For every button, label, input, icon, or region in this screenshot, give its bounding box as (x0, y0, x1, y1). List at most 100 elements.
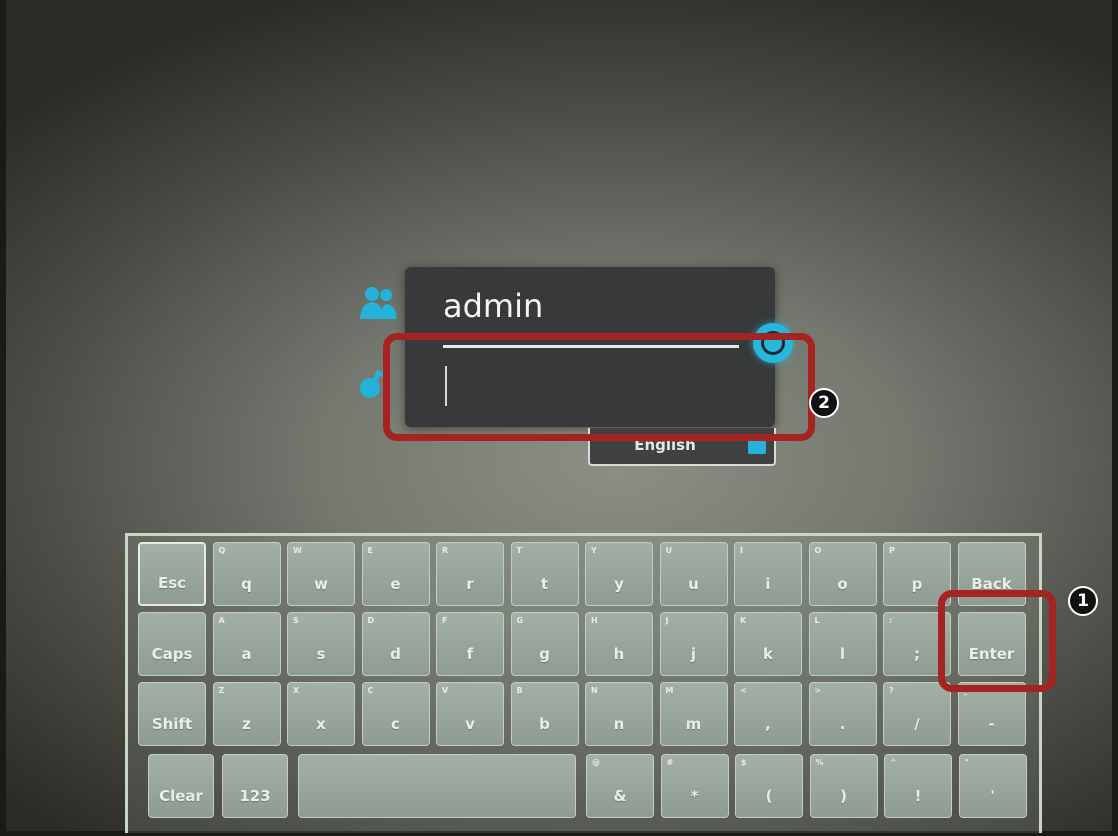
key-b[interactable]: Bb (510, 682, 579, 746)
key-shift-label: > (814, 686, 822, 695)
key-shift-label: J (665, 616, 669, 625)
key-shift-label: H (591, 616, 598, 625)
key-shift-label: N (591, 686, 598, 695)
key-shift-label: B (516, 686, 523, 695)
key-shift-label: K (740, 616, 747, 625)
key-label: e (390, 575, 401, 593)
annotation-box-enter (938, 590, 1056, 692)
key-n[interactable]: Nn (585, 682, 653, 746)
key-c[interactable]: Cc (361, 682, 430, 746)
key-ampersand[interactable]: @ & (586, 754, 654, 818)
key-v[interactable]: Vv (436, 682, 504, 746)
key-label: - (988, 715, 995, 733)
key-exclamation[interactable]: ^! (884, 754, 952, 818)
key-g[interactable]: Gg (510, 612, 579, 676)
key-label: / (914, 715, 920, 733)
key-label: c (391, 715, 400, 733)
key-label: j (690, 645, 697, 663)
key-y[interactable]: Yy (585, 542, 653, 606)
key-label: x (316, 715, 326, 733)
key-i[interactable]: Ii (734, 542, 802, 606)
key-s[interactable]: Ss (287, 612, 355, 676)
key-caps[interactable]: Caps (138, 612, 206, 676)
key-shift-label: C (367, 686, 374, 695)
key-shift-label: ^ (890, 758, 897, 767)
key-shift-label: M (665, 686, 674, 695)
key-label: , (765, 715, 771, 733)
key-label: ' (990, 787, 995, 805)
key-label: v (465, 715, 475, 733)
key-l[interactable]: Ll (808, 612, 877, 676)
key-shift-label: % (815, 758, 824, 767)
key-label: Caps (151, 645, 193, 663)
key-label: Clear (159, 787, 203, 805)
key-label: ) (840, 787, 847, 805)
key-shift-label: T (516, 546, 522, 555)
key-shift-label: # (666, 758, 674, 767)
key-h[interactable]: Hh (585, 612, 653, 676)
key-shift-label: X (293, 686, 300, 695)
key-label: f (466, 645, 474, 663)
key-slash[interactable]: ? / (883, 682, 951, 746)
key-u[interactable]: Uu (659, 542, 728, 606)
key-period[interactable]: >. (808, 682, 877, 746)
key-shift-label: V (442, 686, 449, 695)
username-value[interactable]: admin (443, 287, 543, 325)
key-z[interactable]: Zz (212, 682, 281, 746)
key-o[interactable]: Oo (808, 542, 877, 606)
key-asterisk[interactable]: # * (660, 754, 729, 818)
key-clear[interactable]: Clear (148, 754, 214, 818)
annotation-badge-1: 1 (1068, 586, 1098, 616)
key-t[interactable]: Tt (510, 542, 579, 606)
screen-bezel-left (0, 0, 6, 836)
key-d[interactable]: Dd (361, 612, 430, 676)
key-shift-label: D (367, 616, 375, 625)
key-shift-label: S (293, 616, 299, 625)
key-f[interactable]: Ff (436, 612, 504, 676)
key-shift-label: < (740, 686, 747, 695)
key-w[interactable]: Ww (287, 542, 355, 606)
key-shift-label: L (814, 616, 820, 625)
key-label: b (539, 715, 550, 733)
key-open-paren[interactable]: $( (735, 754, 803, 818)
onscreen-keyboard: Esc Qq Ww Ee Rr Tt Yy Uu Ii Oo Pp Back Caps Aa Ss Dd Ff G… (125, 533, 1042, 833)
key-close-paren[interactable]: %) (809, 754, 878, 818)
annotation-box-password (383, 333, 815, 441)
key-space[interactable] (298, 754, 576, 818)
key-comma[interactable]: <, (734, 682, 802, 746)
key-shift-label: P (889, 546, 895, 555)
key-shift-label: @ (592, 758, 600, 767)
key-shift-label: O (814, 546, 822, 555)
key-label: w (314, 575, 328, 593)
key-label: ! (914, 787, 922, 805)
key-x[interactable]: Xx (287, 682, 355, 746)
key-a[interactable]: Aa (212, 612, 281, 676)
key-label: z (242, 715, 251, 733)
key-shift-label: U (665, 546, 673, 555)
key-r[interactable]: Rr (436, 542, 504, 606)
key-numbers[interactable]: 123 (222, 754, 288, 818)
keyboard-icon (748, 440, 766, 454)
key-label: o (837, 575, 848, 593)
key-shift-label: Q (218, 546, 226, 555)
key-label: & (613, 787, 627, 805)
key-label: g (539, 645, 550, 663)
key-m[interactable]: Mm (659, 682, 728, 746)
key-q[interactable]: Qq (212, 542, 281, 606)
key-shift-label: $ (741, 758, 747, 767)
key-shift-label: W (293, 546, 302, 555)
key-label: s (316, 645, 326, 663)
key-j[interactable]: Jj (659, 612, 728, 676)
key-k[interactable]: Kk (734, 612, 802, 676)
annotation-badge-2: 2 (809, 388, 839, 418)
key-shift-label: A (218, 616, 225, 625)
key-e[interactable]: Ee (361, 542, 430, 606)
key-label: h (613, 645, 625, 663)
key-shift-label: : (889, 616, 893, 625)
key-shift-label: G (516, 616, 524, 625)
key-apostrophe[interactable]: " ' (958, 754, 1027, 818)
key-esc[interactable]: Esc (138, 542, 206, 606)
key-label: r (466, 575, 474, 593)
key-shift[interactable]: Shift (138, 682, 206, 746)
key-label: m (685, 715, 702, 733)
